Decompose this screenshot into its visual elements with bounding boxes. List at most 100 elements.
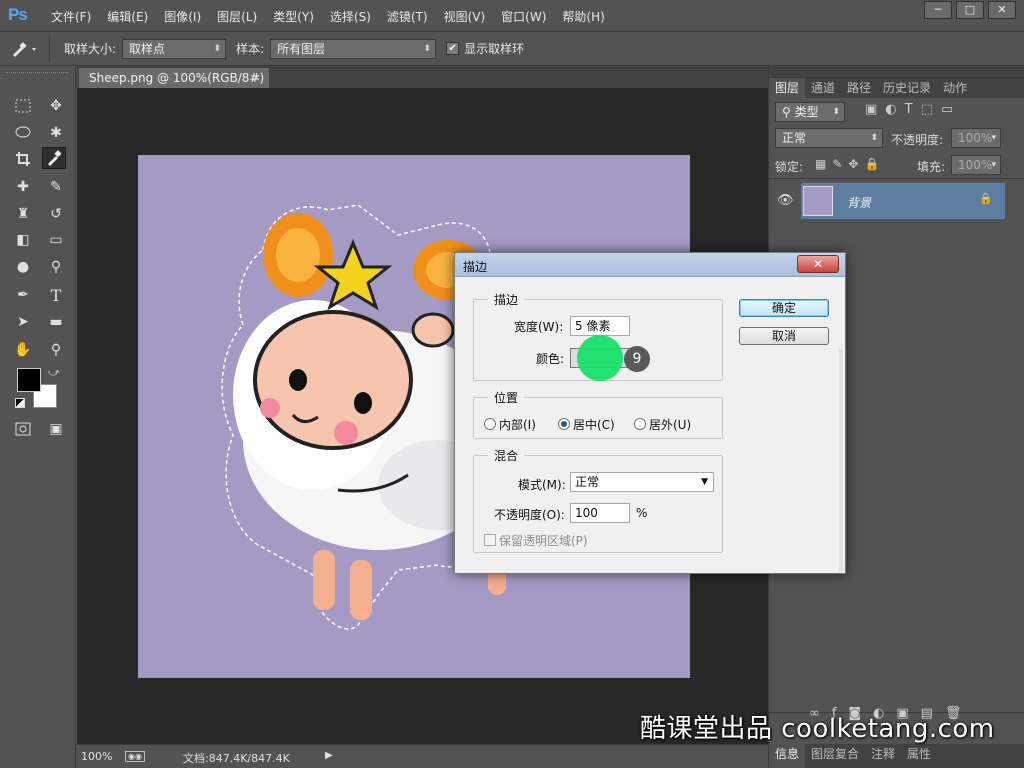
cancel-button[interactable]: 取消 <box>739 327 829 345</box>
options-bar: 取样大小: 取样点 ⬍ 样本: 所有图层 ⬍ ✔ 显示取样环 <box>0 32 1024 66</box>
stroke-dialog: 描边 ✕ 描边 宽度(W): 5 像素 颜色: 9 位置 内部(I) 居中(C)… <box>454 252 846 574</box>
hand-tool-icon[interactable]: ✋ <box>11 339 35 361</box>
panel-header-grip <box>769 66 1024 78</box>
blend-mode-dropdown[interactable]: 正常 ⬍ <box>775 128 883 148</box>
menu-list: 文件(F) 编辑(E) 图像(I) 图层(L) 类型(Y) 选择(S) 滤镜(T… <box>46 0 616 32</box>
close-tab-icon[interactable]: × <box>252 68 261 88</box>
chevron-down-icon: ▾ <box>991 133 996 143</box>
foreground-color-swatch[interactable] <box>17 368 41 392</box>
blur-tool-icon[interactable]: ● <box>11 256 35 278</box>
width-input[interactable]: 5 像素 <box>570 316 630 336</box>
menu-type[interactable]: 类型(Y) <box>268 8 319 25</box>
show-ring-label: 显示取样环 <box>464 42 525 56</box>
menu-help[interactable]: 帮助(H) <box>557 8 609 25</box>
center-label[interactable]: 居中(C) <box>573 416 615 433</box>
center-radio[interactable] <box>558 418 570 430</box>
default-colors-icon[interactable] <box>15 398 25 408</box>
step-badge: 9 <box>624 346 650 372</box>
menu-edit[interactable]: 编辑(E) <box>102 8 153 25</box>
dodge-tool-icon[interactable]: ⚲ <box>44 256 68 278</box>
lock-icon: 🔒 <box>979 192 993 205</box>
menu-layer[interactable]: 图层(L) <box>212 8 262 25</box>
status-menu-arrow-icon[interactable]: ▶ <box>325 750 333 761</box>
zoom-level[interactable]: 100% <box>81 750 112 763</box>
document-tab[interactable]: Sheep.png @ 100%(RGB/8#) * × <box>79 68 269 105</box>
fill-value: 100% <box>958 158 993 172</box>
updown-arrows-icon: ⬍ <box>832 107 840 117</box>
lock-icons[interactable]: ▦✎✥🔒 <box>815 157 885 171</box>
magic-wand-icon[interactable]: ✱ <box>44 122 68 144</box>
eyedropper-tool-icon[interactable] <box>42 147 66 169</box>
ok-button[interactable]: 确定 <box>739 299 829 317</box>
pen-tool-icon[interactable]: ✒ <box>11 284 35 306</box>
status-glasses-icon[interactable]: ◉◉ <box>125 751 145 762</box>
mode-select[interactable]: 正常 ▼ <box>570 472 714 492</box>
crop-tool-icon[interactable] <box>11 148 35 170</box>
visibility-eye-icon[interactable]: 👁 <box>777 193 794 208</box>
preserve-transparency-checkbox[interactable] <box>484 534 496 546</box>
opacity-field[interactable]: 100% ▾ <box>951 128 1001 148</box>
tab-info[interactable]: 信息 <box>769 744 806 768</box>
healing-brush-icon[interactable]: ✚ <box>11 176 35 198</box>
menu-window[interactable]: 窗口(W) <box>496 8 551 25</box>
status-bar: 100% ◉◉ 文档:847.4K/847.4K ▶ <box>77 744 768 768</box>
layer-filter-value: 类型 <box>794 105 819 119</box>
dialog-close-button[interactable]: ✕ <box>797 255 839 273</box>
sample-size-dropdown[interactable]: 取样点 ⬍ <box>122 38 227 59</box>
inside-radio[interactable] <box>484 418 496 430</box>
tab-paths[interactable]: 路径 <box>841 78 877 98</box>
menu-select[interactable]: 选择(S) <box>325 8 376 25</box>
type-tool-icon[interactable]: T <box>44 284 68 306</box>
blend-opacity-input[interactable]: 100 <box>570 503 630 523</box>
tab-history[interactable]: 历史记录 <box>877 78 937 98</box>
quick-mask-icon[interactable] <box>11 418 35 440</box>
screen-mode-icon[interactable]: ▣ <box>44 418 68 440</box>
menu-file[interactable]: 文件(F) <box>46 8 96 25</box>
layer-name: 背景 <box>847 196 872 210</box>
brush-tool-icon[interactable]: ✎ <box>44 176 68 198</box>
eyedropper-preset-icon[interactable] <box>0 35 50 62</box>
menu-bar: Ps 文件(F) 编辑(E) 图像(I) 图层(L) 类型(Y) 选择(S) 滤… <box>0 0 1024 32</box>
path-selection-icon[interactable]: ➤ <box>11 311 35 333</box>
menu-image[interactable]: 图像(I) <box>159 8 206 25</box>
tab-notes[interactable]: 注释 <box>865 744 901 768</box>
fill-field[interactable]: 100% ▾ <box>951 155 1001 175</box>
tab-properties[interactable]: 属性 <box>901 744 937 768</box>
menu-filter[interactable]: 滤镜(T) <box>382 8 433 25</box>
toolbox-grip[interactable] <box>6 72 68 76</box>
position-group-label: 位置 <box>488 389 525 406</box>
clone-stamp-icon[interactable]: ♜ <box>11 203 35 225</box>
inside-label[interactable]: 内部(I) <box>499 416 536 433</box>
zoom-tool-icon[interactable]: ⚲ <box>44 339 68 361</box>
marquee-tool-icon[interactable] <box>11 95 35 117</box>
tab-channels[interactable]: 通道 <box>805 78 841 98</box>
layer-row-background[interactable]: 背景 🔒 <box>801 183 1005 219</box>
sample-value: 所有图层 <box>277 41 326 56</box>
layer-filter-icons[interactable]: ▣◐T⬚▭ <box>865 102 961 117</box>
sample-label: 样本: <box>236 42 265 56</box>
sample-dropdown[interactable]: 所有图层 ⬍ <box>270 38 437 59</box>
updown-arrows-icon: ⬍ <box>213 43 222 54</box>
swap-colors-icon[interactable]: ⤻ <box>48 366 60 380</box>
eraser-tool-icon[interactable]: ◧ <box>11 229 35 251</box>
lock-label: 锁定: <box>775 160 804 174</box>
percent-label: % <box>636 506 648 520</box>
click-highlight-circle <box>577 335 623 381</box>
restore-button[interactable]: □ <box>956 1 984 19</box>
lasso-tool-icon[interactable] <box>11 122 35 144</box>
outside-label[interactable]: 居外(U) <box>649 416 691 433</box>
rectangle-tool-icon[interactable]: ▬ <box>44 311 68 333</box>
gradient-tool-icon[interactable]: ▭ <box>44 229 68 251</box>
history-brush-icon[interactable]: ↺ <box>44 203 68 225</box>
minimize-button[interactable]: ─ <box>924 1 952 19</box>
tab-layers[interactable]: 图层 <box>769 78 806 98</box>
layer-filter-dropdown[interactable]: ⚲ 类型 ⬍ <box>775 102 845 122</box>
show-ring-checkbox[interactable]: ✔ <box>446 42 460 55</box>
outside-radio[interactable] <box>634 418 646 430</box>
tab-layer-comps[interactable]: 图层复合 <box>805 744 865 768</box>
tab-actions[interactable]: 动作 <box>937 78 973 98</box>
close-button[interactable]: ✕ <box>988 1 1016 19</box>
move-tool-icon[interactable]: ✥ <box>44 95 68 117</box>
dialog-titlebar[interactable]: 描边 ✕ <box>455 253 845 277</box>
menu-view[interactable]: 视图(V) <box>439 8 491 25</box>
